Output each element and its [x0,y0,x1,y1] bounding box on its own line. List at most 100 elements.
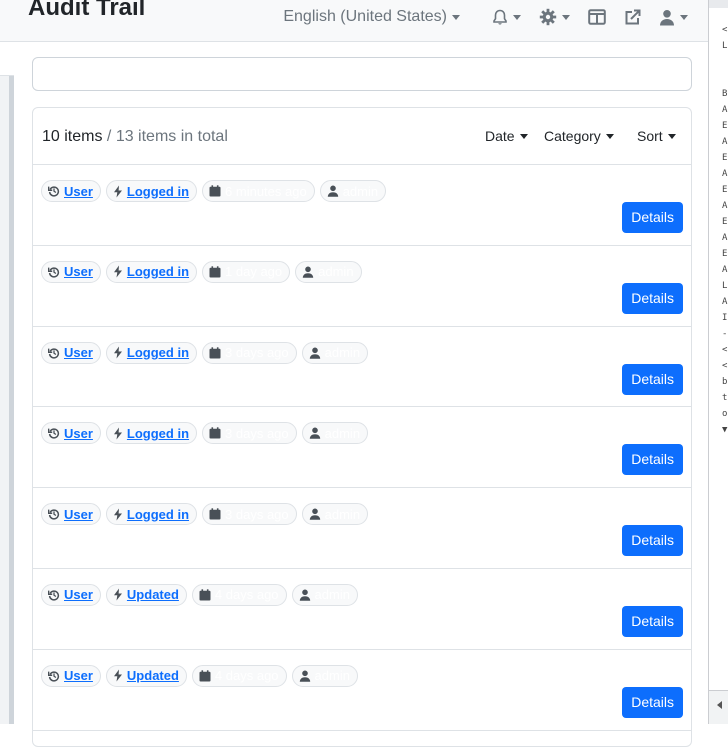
action-link[interactable]: Logged in [127,507,189,522]
history-icon [48,347,60,359]
date-filter-dropdown[interactable]: Date [485,128,528,144]
type-badge: User [41,341,101,364]
user-label: admin [314,587,350,603]
code-line: b [722,377,728,387]
layout-button[interactable] [588,9,606,25]
history-icon [48,509,60,520]
action-link[interactable]: Logged in [127,426,189,441]
action-badge: Updated [105,664,187,687]
code-line: < [722,25,728,35]
theme-button[interactable] [539,8,570,26]
sidebar-scrollbar[interactable] [9,76,14,724]
code-line: I [722,313,728,323]
category-filter-dropdown[interactable]: Category [544,128,614,144]
search-input[interactable] [32,57,692,91]
code-line: < [722,345,728,355]
user-icon [309,427,320,440]
code-line: E [722,185,728,195]
time-badge: 6 minutes ago [202,180,315,202]
devtools-panel: < L B A E A E A E A E A E A L A I - < < … [708,0,728,724]
user-badge: admin [301,341,369,364]
type-link[interactable]: User [64,587,93,602]
action-link[interactable]: Logged in [127,184,189,199]
action-badge: Logged in [105,341,198,364]
notifications-button[interactable] [492,9,521,26]
list-item: User Logged in 6 minutes ago admin Detai… [33,165,691,246]
bell-icon [493,9,507,25]
sort-dropdown[interactable]: Sort [637,128,676,144]
type-link[interactable]: User [64,507,93,522]
open-external-button[interactable] [624,9,641,26]
action-link[interactable]: Updated [127,587,179,602]
action-badge: Logged in [105,503,198,526]
bolt-icon [113,427,122,440]
action-link[interactable]: Updated [127,668,179,683]
code-line: t [722,393,728,403]
details-button[interactable]: Details [622,525,683,557]
details-button[interactable]: Details [622,605,683,637]
code-line: o [722,409,728,419]
user-badge: admin [301,422,369,445]
details-button[interactable]: Details [622,282,683,314]
chevron-down-icon [513,14,521,20]
list-item: User Logged in 3 days ago admin Details [33,407,691,489]
external-link-icon [625,9,641,24]
sidebar-notch [0,42,14,76]
total-label: / 13 items in total [106,128,228,145]
type-badge: User [41,664,101,687]
language-dropdown[interactable]: English (United States) [283,8,460,26]
type-link[interactable]: User [64,184,93,199]
bolt-icon [113,508,122,521]
details-button[interactable]: Details [622,202,683,233]
left-sidebar-edge [0,42,14,724]
chevron-down-icon [680,14,688,20]
time-badge: 3 days ago [202,422,297,445]
scroll-left-arrow-icon[interactable] [717,701,722,709]
chevron-down-icon [667,133,676,139]
code-line: A [722,265,728,275]
action-link[interactable]: Logged in [127,264,189,279]
list-item: User Logged in 1 day ago admin Details [33,246,691,327]
action-link[interactable]: Logged in [127,345,189,360]
code-line: L [722,281,728,291]
sort-label: Sort [637,128,663,144]
user-badge: admin [319,180,387,202]
code-line: E [722,249,728,259]
type-link[interactable]: User [64,668,93,683]
calendar-icon [199,589,211,601]
user-icon [299,589,310,601]
time-label: 3 days ago [225,425,289,441]
code-line: A [722,297,728,307]
type-badge: User [41,503,101,526]
history-icon [48,267,60,278]
user-menu-button[interactable] [659,9,688,26]
details-button[interactable]: Details [622,686,683,718]
code-line: L [722,41,728,51]
devtools-horizontal-scrollbar[interactable] [709,690,728,724]
audit-rows: User Logged in 6 minutes ago admin Detai… [33,165,691,731]
devtools-toolbar [709,0,728,8]
top-controls: English (United States) [283,8,688,26]
top-navbar: Audit Trail English (United States) [0,0,708,42]
layout-icon [588,9,606,25]
time-badge: 4 days ago [191,583,287,606]
chevron-down-icon [605,133,614,139]
time-badge: 3 days ago [202,341,297,364]
user-label: admin [324,506,361,522]
chevron-down-icon [452,14,460,20]
count-label: 10 items [42,128,103,145]
list-item: User Logged in 3 days ago admin Details [33,327,691,408]
bolt-icon [113,346,122,359]
type-link[interactable]: User [64,264,93,279]
bolt-icon [113,265,122,278]
type-link[interactable]: User [64,345,93,360]
item-count: 10 items / 13 items in total [42,128,228,146]
list-header: 10 items / 13 items in total Date Catego… [33,108,691,165]
details-button[interactable]: Details [622,444,683,476]
details-button[interactable]: Details [622,363,683,395]
user-label: admin [314,668,350,684]
type-link[interactable]: User [64,426,93,441]
time-label: 4 days ago [214,587,279,603]
time-label: 6 minutes ago [225,183,307,199]
